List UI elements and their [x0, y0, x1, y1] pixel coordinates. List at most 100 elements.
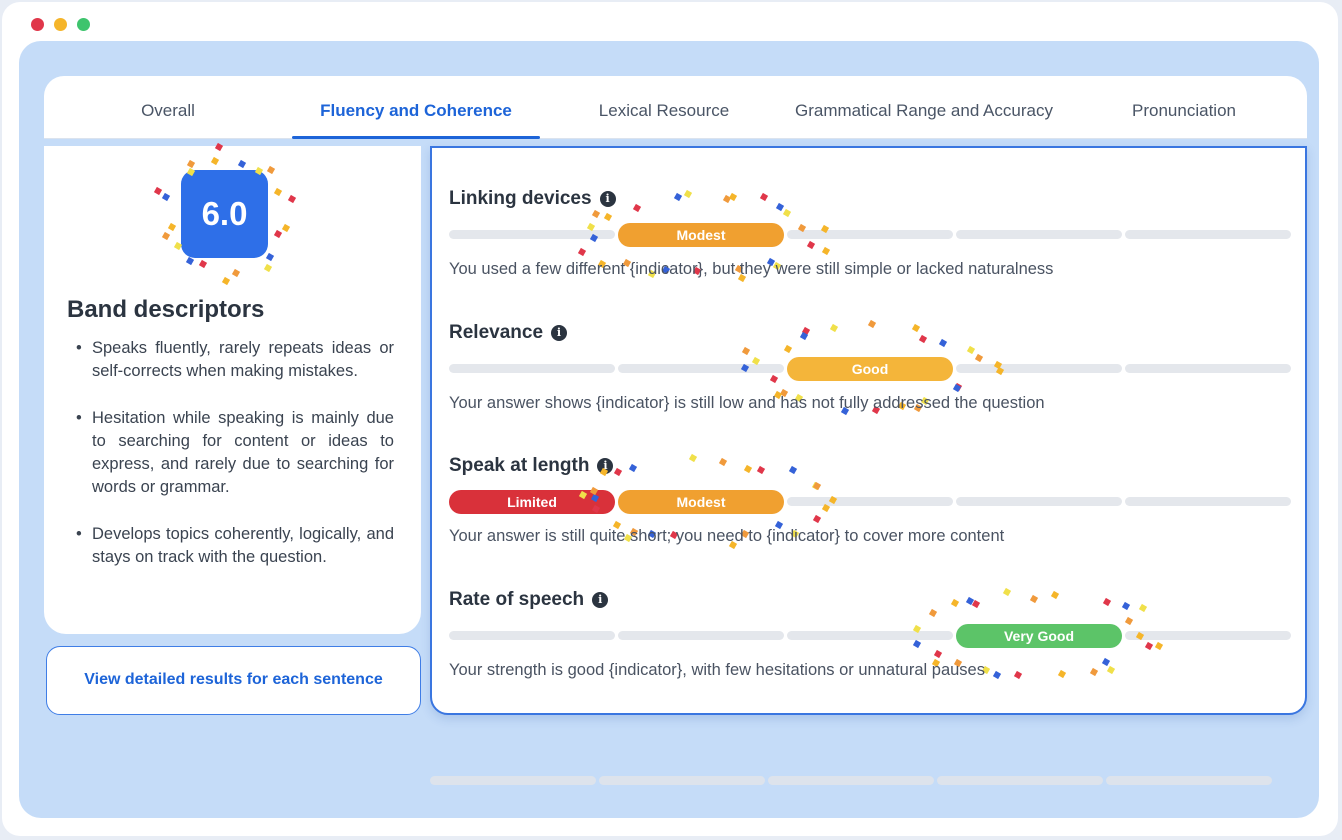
scale-segment: [449, 631, 615, 640]
confetti-piece: [812, 514, 822, 523]
criterion-linking-devices: Linking devices i Modest You used a few …: [449, 188, 1294, 298]
confetti-piece: [273, 187, 282, 197]
criterion-description: Your strength is good {indicator}, with …: [449, 661, 985, 679]
confetti-piece: [1145, 641, 1154, 651]
window-close-dot[interactable]: [31, 18, 44, 31]
confetti-piece: [1124, 616, 1133, 625]
level-track: Limited Modest: [449, 453, 1291, 550]
level-pill: Modest: [618, 223, 784, 247]
criterion-description: Your answer is still quite short; you ne…: [449, 527, 1005, 545]
confetti-piece: [614, 468, 623, 477]
tab-lexical-resource[interactable]: Lexical Resource: [584, 76, 744, 138]
scale-segment: [430, 776, 596, 785]
confetti-piece: [992, 670, 1001, 679]
band-descriptor-item: Develops topics coherently, logically, a…: [76, 523, 394, 569]
confetti-piece: [972, 600, 981, 609]
criterion-description: Your answer shows {indicator} is still l…: [449, 394, 1045, 412]
confetti-piece: [210, 156, 219, 165]
confetti-piece: [154, 186, 163, 195]
confetti-piece: [673, 193, 683, 202]
confetti-piece: [237, 159, 247, 168]
confetti-piece: [934, 649, 943, 658]
scale-segment: [787, 230, 953, 239]
confetti-piece: [760, 193, 769, 202]
info-icon[interactable]: i: [592, 592, 609, 608]
scale-segment: [787, 497, 953, 506]
scale-segment: [956, 364, 1122, 373]
band-descriptors-list: Speaks fluently, rarely repeats ideas or…: [76, 337, 394, 593]
scale-segment: [956, 497, 1122, 506]
confetti-piece: [1051, 590, 1060, 599]
confetti-piece: [604, 213, 613, 222]
scale-segment: [1125, 497, 1291, 506]
confetti-piece: [266, 165, 276, 174]
confetti-piece: [688, 453, 698, 463]
confetti-piece: [1003, 587, 1012, 596]
tab-pronunciation[interactable]: Pronunciation: [1104, 76, 1264, 138]
scale-segment: [599, 776, 765, 785]
band-score-badge: 6.0: [181, 170, 268, 258]
confetti-piece: [231, 269, 240, 278]
confetti-piece: [198, 260, 207, 269]
scale-segment: [937, 776, 1103, 785]
window-minimize-dot[interactable]: [54, 18, 67, 31]
confetti-piece: [632, 204, 641, 213]
confetti-piece: [929, 609, 938, 618]
confetti-piece: [1013, 670, 1022, 680]
tab-overall[interactable]: Overall: [88, 76, 248, 138]
level-pill: Very Good: [956, 624, 1122, 648]
confetti-piece: [265, 252, 274, 262]
confetti-piece: [756, 465, 766, 475]
confetti-piece: [167, 222, 176, 232]
confetti-piece: [799, 332, 809, 341]
confetti-piece: [214, 143, 223, 152]
level-pill-limited: Limited: [449, 490, 615, 514]
confetti-piece: [742, 346, 751, 356]
criterion-title: Speak at length i: [449, 455, 614, 477]
tab-grammatical-range[interactable]: Grammatical Range and Accuracy: [779, 76, 1069, 138]
confetti-piece: [287, 194, 296, 204]
tab-fluency-and-coherence[interactable]: Fluency and Coherence: [292, 76, 540, 139]
horizontal-scrollbar[interactable]: [430, 776, 1272, 785]
confetti-piece: [812, 482, 822, 491]
scale-segment: [1125, 364, 1291, 373]
criterion-rate-of-speech: Rate of speech i Very Good Your strength…: [449, 587, 1294, 699]
level-pill: Good: [787, 357, 953, 381]
criterion-speak-at-length: Speak at length i Limited Modest Your ans…: [449, 453, 1294, 565]
band-descriptor-item: Speaks fluently, rarely repeats ideas or…: [76, 337, 394, 383]
confetti-piece: [918, 335, 927, 344]
confetti-piece: [743, 464, 753, 473]
view-detailed-results-button[interactable]: View detailed results for each sentence: [46, 646, 421, 715]
scale-segment: [618, 364, 784, 373]
scale-segment: [787, 631, 953, 640]
confetti-piece: [789, 465, 798, 474]
criteria-tabs: Overall Fluency and Coherence Lexical Re…: [44, 76, 1307, 139]
window-maximize-dot[interactable]: [77, 18, 90, 31]
info-icon[interactable]: i: [551, 325, 568, 341]
criterion-title: Linking devices i: [449, 188, 616, 210]
level-track: Good: [449, 319, 1291, 415]
info-icon[interactable]: i: [599, 191, 616, 207]
confetti-piece: [1106, 666, 1116, 675]
confetti-piece: [951, 599, 960, 608]
scale-segment: [449, 364, 615, 373]
criterion-relevance: Relevance i Good Your answer shows {indi…: [449, 319, 1294, 432]
confetti-piece: [719, 457, 728, 466]
band-descriptor-item: Hesitation while speaking is mainly due …: [76, 407, 394, 499]
scale-segment: [1125, 230, 1291, 239]
criteria-panel: Linking devices i Modest You used a few …: [430, 146, 1307, 715]
confetti-piece: [939, 339, 948, 348]
band-descriptor-card: 6.0 Band descriptors Speaks fluently, ra…: [44, 143, 421, 634]
scale-segment: [618, 631, 784, 640]
confetti-piece: [1121, 601, 1130, 610]
confetti-piece: [975, 353, 984, 362]
confetti-piece: [807, 241, 816, 250]
confetti-piece: [577, 248, 586, 257]
confetti-piece: [912, 640, 921, 649]
confetti-piece: [187, 159, 196, 169]
confetti-piece: [591, 210, 600, 219]
band-descriptors-title: Band descriptors: [67, 296, 265, 323]
level-pill: Modest: [618, 490, 784, 514]
confetti-piece: [769, 374, 778, 384]
confetti-piece: [263, 263, 272, 272]
